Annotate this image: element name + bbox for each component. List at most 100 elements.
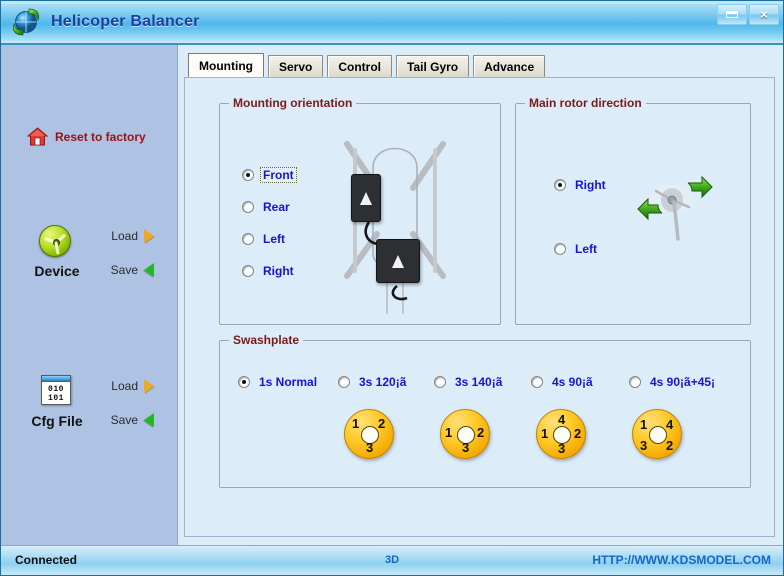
radio-dot	[242, 265, 254, 277]
servo-number: 2	[378, 416, 386, 431]
helicopter-frame-diagram	[325, 126, 470, 316]
swash-hub	[649, 426, 667, 444]
servo-number: 2	[666, 438, 674, 453]
tab-tail-gyro[interactable]: Tail Gyro	[396, 55, 470, 77]
status-bar: Connected 3D HTTP://WWW.KDSMODEL.COM	[1, 545, 783, 575]
servo-number: 2	[477, 425, 485, 440]
radio-label: 4s 90¡ã+45¡	[650, 375, 716, 389]
window-body: Reset to factory Device Load Save 010 10…	[1, 45, 783, 545]
home-icon	[26, 127, 49, 147]
cfg-file-bits-bottom: 101	[48, 394, 64, 403]
radio-label: 1s Normal	[259, 375, 318, 389]
tab-bar: Mounting Servo Control Tail Gyro Advance	[184, 53, 775, 77]
radio-label: Right	[263, 264, 294, 278]
direction-triangle-icon	[392, 254, 404, 268]
radio-dot	[338, 376, 350, 388]
swash-4s-90-diagram: 4 1 2 3	[536, 409, 586, 459]
arrow-right-icon	[144, 379, 154, 393]
device-save-button[interactable]: Save	[111, 263, 154, 277]
cfg-file-save-label: Save	[110, 413, 138, 427]
mounting-orientation-group: Mounting orientation Front Rear Left Rig…	[219, 96, 501, 325]
radio-label: Left	[575, 242, 597, 256]
servo-number: 3	[640, 438, 648, 453]
gyro-module-side	[351, 174, 381, 222]
radio-dot	[554, 179, 566, 191]
cfg-file-bits-top: 010	[48, 385, 64, 394]
rotor-head-rotation-icon	[636, 169, 714, 247]
tab-servo[interactable]: Servo	[267, 55, 324, 77]
radio-swash-3s-120[interactable]: 3s 120¡ã	[338, 374, 409, 390]
swashplate-group: Swashplate 1s Normal 3s 120¡ã 3s 140¡ã 4…	[219, 333, 751, 488]
radio-swash-4s-90-45[interactable]: 4s 90¡ã+45¡	[629, 374, 718, 390]
radio-dot	[554, 243, 566, 255]
gyro-module-main	[376, 239, 420, 283]
radio-rotor-left[interactable]: Left	[554, 241, 600, 257]
app-logo-icon	[9, 6, 43, 38]
radio-swash-1s-normal[interactable]: 1s Normal	[238, 374, 320, 390]
radio-dot	[238, 376, 250, 388]
cfg-file-icon-header	[42, 376, 70, 382]
reset-to-factory-button[interactable]: Reset to factory	[26, 127, 146, 147]
radio-label: 3s 140¡ã	[455, 375, 503, 389]
tab-control[interactable]: Control	[327, 55, 392, 77]
arrow-left-icon	[144, 413, 154, 427]
cfg-file-save-button[interactable]: Save	[111, 413, 154, 427]
servo-number: 3	[462, 440, 470, 455]
cfg-file-load-button[interactable]: Load	[111, 379, 154, 393]
direction-triangle-icon	[360, 191, 372, 205]
radio-label: Right	[575, 178, 606, 192]
servo-number: 2	[574, 426, 582, 441]
radio-label: Front	[260, 167, 297, 183]
servo-number: 1	[445, 425, 453, 440]
servo-number: 1	[640, 417, 648, 432]
title-bar: Helicoper Balancer ×	[1, 1, 783, 45]
device-load-button[interactable]: Load	[111, 229, 154, 243]
device-label: Device	[34, 263, 80, 279]
servo-number: 4	[666, 417, 674, 432]
cfg-file-load-label: Load	[111, 379, 138, 393]
radio-label: Rear	[263, 200, 290, 214]
main-rotor-direction-group: Main rotor direction Right Left	[515, 96, 751, 325]
arrow-right-icon	[144, 229, 154, 243]
sidebar: Reset to factory Device Load Save 010 10…	[1, 45, 178, 545]
device-icon[interactable]	[39, 225, 75, 259]
radio-label: 3s 120¡ã	[359, 375, 407, 389]
cfg-file-icon[interactable]: 010 101	[41, 375, 77, 409]
tab-mounting[interactable]: Mounting	[188, 53, 264, 77]
application-window: Helicoper Balancer × Reset to factory De…	[0, 0, 784, 576]
website-link[interactable]: HTTP://WWW.KDSMODEL.COM	[592, 553, 771, 567]
mounting-orientation-legend: Mounting orientation	[229, 96, 357, 110]
radio-mounting-right[interactable]: Right	[242, 263, 297, 279]
minimize-icon	[726, 11, 738, 18]
tab-advance[interactable]: Advance	[473, 55, 546, 77]
swash-3s-120-diagram: 1 2 3	[344, 409, 394, 459]
radio-label: 4s 90¡ã	[552, 375, 593, 389]
servo-number: 1	[541, 426, 549, 441]
cfg-file-icon-bits: 010 101	[42, 383, 70, 404]
main-pane: Mounting Servo Control Tail Gyro Advance…	[178, 45, 783, 545]
swash-3s-140-diagram: 1 2 3	[440, 409, 490, 459]
window-title: Helicoper Balancer	[51, 13, 200, 30]
main-rotor-direction-legend: Main rotor direction	[525, 96, 646, 110]
device-save-label: Save	[110, 263, 138, 277]
radio-dot	[242, 201, 254, 213]
radio-dot	[629, 376, 641, 388]
radio-mounting-rear[interactable]: Rear	[242, 199, 293, 215]
radio-dot	[434, 376, 446, 388]
radio-rotor-right[interactable]: Right	[554, 177, 609, 193]
device-load-label: Load	[111, 229, 138, 243]
radio-dot	[531, 376, 543, 388]
servo-number: 3	[366, 440, 374, 455]
radio-label: Left	[263, 232, 285, 246]
close-button[interactable]: ×	[749, 4, 779, 25]
cfg-file-label: Cfg File	[31, 413, 83, 429]
minimize-button[interactable]	[717, 4, 747, 25]
radio-swash-4s-90[interactable]: 4s 90¡ã	[531, 374, 596, 390]
swashplate-legend: Swashplate	[229, 333, 304, 347]
radio-swash-3s-140[interactable]: 3s 140¡ã	[434, 374, 505, 390]
radio-mounting-left[interactable]: Left	[242, 231, 288, 247]
radio-mounting-front[interactable]: Front	[242, 167, 297, 183]
reset-to-factory-label: Reset to factory	[55, 130, 146, 144]
window-controls: ×	[717, 4, 779, 25]
tab-panel-mounting: Mounting orientation Front Rear Left Rig…	[184, 77, 775, 537]
